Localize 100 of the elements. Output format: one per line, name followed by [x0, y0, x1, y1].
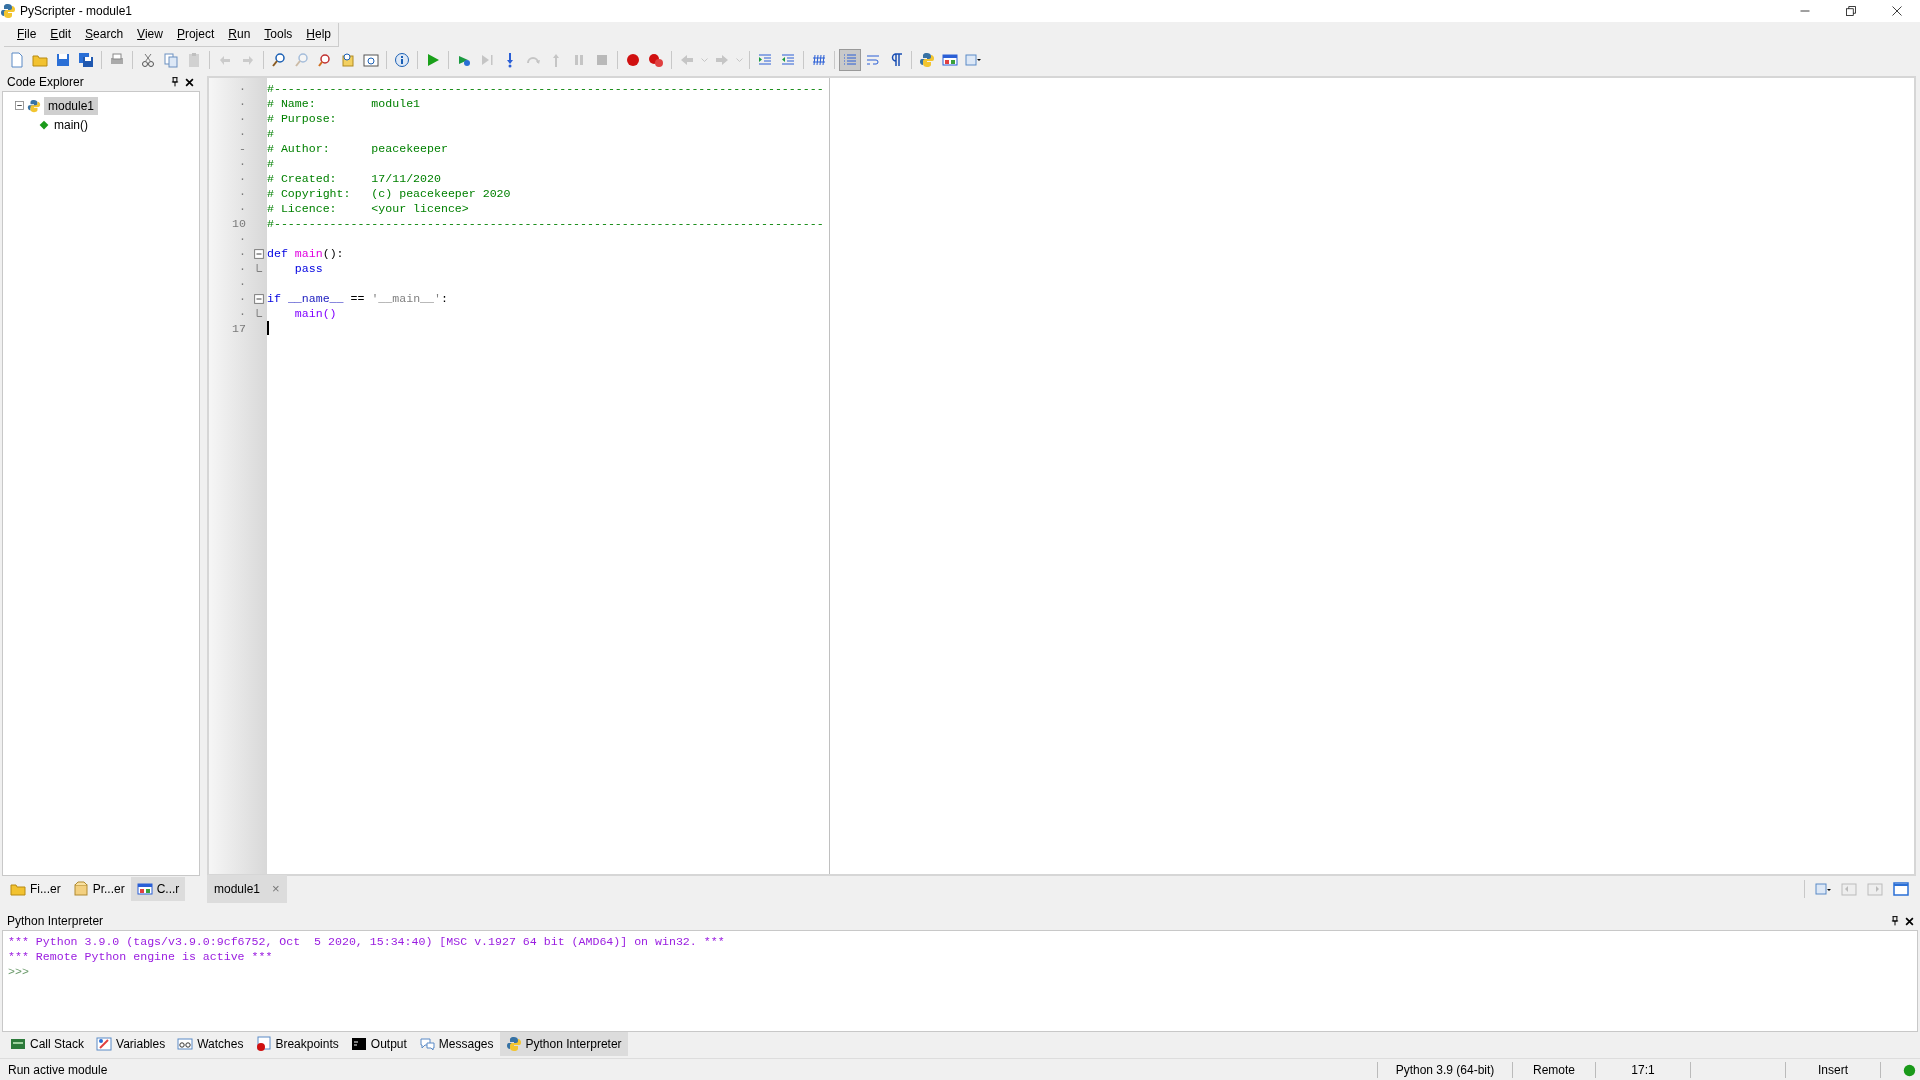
editor-tab[interactable]: module1 × [207, 875, 287, 903]
line-number: · [238, 81, 247, 96]
panel-tab[interactable]: Python Interpreter [499, 1032, 628, 1056]
forward-arrow-icon [714, 52, 730, 68]
close-icon [1891, 5, 1903, 17]
status-panel: 17:1 [1595, 1061, 1690, 1078]
line-number: · [238, 201, 247, 216]
copy-icon [163, 52, 179, 68]
line-number: - [238, 141, 247, 156]
menu-item[interactable]: Project [169, 24, 222, 44]
close-icon [184, 77, 194, 87]
dropdown-caret-icon [736, 58, 743, 62]
console-icon [350, 1036, 367, 1052]
dropdown-caret-icon [701, 58, 708, 62]
line-number: 10 [231, 216, 247, 231]
window-title: PyScripter - module1 [20, 3, 133, 20]
search-icon [271, 52, 287, 68]
search-window-icon [363, 52, 379, 68]
status-panel: Python 3.9 (64-bit) [1377, 1061, 1512, 1078]
previous-tab-icon [1841, 881, 1857, 897]
line-numbers-icon [842, 52, 858, 68]
menu-item[interactable]: Help [299, 24, 338, 44]
line-number: · [238, 276, 247, 291]
python-icon [505, 1036, 522, 1052]
menu-item[interactable]: Tools [257, 24, 300, 44]
replace-icon [317, 52, 333, 68]
menu-item[interactable]: Run [221, 24, 258, 44]
panel-tab[interactable]: Fi...er [4, 877, 67, 901]
code-line: if __name__ == '__main__': [267, 291, 448, 306]
folder-icon [32, 52, 48, 68]
line-number: · [238, 291, 247, 306]
panel-tab[interactable]: Watches [171, 1032, 250, 1056]
panel-tab[interactable]: Pr...er [66, 877, 131, 901]
code-line: def main(): [267, 246, 344, 261]
panel-tab[interactable]: Variables [90, 1032, 172, 1056]
save-all-icon [78, 52, 94, 68]
next-tab-icon [1867, 881, 1883, 897]
line-number: · [238, 186, 247, 201]
status-text: Run active module [7, 1061, 109, 1079]
code-line: # Purpose: [267, 111, 337, 126]
code-line: #------------------------------------------------------------------------------- [267, 81, 824, 96]
code-line: pass [293, 261, 323, 276]
menu-item[interactable]: Edit [43, 24, 79, 44]
line-number: · [238, 126, 247, 141]
explorer-icon [136, 881, 153, 897]
info-icon [394, 52, 410, 68]
pin-icon [170, 77, 180, 87]
clear-breakpoints-icon [648, 52, 664, 68]
engine-status-icon [1903, 1063, 1916, 1077]
code-line: # Name: module1 [267, 96, 421, 111]
panel-tab[interactable]: Messages [412, 1032, 500, 1056]
window-dropdown-icon [965, 52, 981, 68]
hash-icon [811, 52, 827, 68]
panel-tab[interactable]: Breakpoints [249, 1032, 345, 1056]
tree-item[interactable]: module1 [44, 96, 99, 115]
breakpoint-icon [625, 52, 641, 68]
module-icon [27, 98, 41, 113]
fold-icon[interactable] [253, 248, 264, 259]
function-icon [39, 119, 49, 130]
tree-item[interactable]: main() [52, 115, 90, 134]
panel-tab[interactable]: Output [344, 1032, 413, 1056]
line-number: · [238, 306, 247, 321]
call-stack-icon [10, 1036, 26, 1052]
console-line: *** Remote Python engine is active *** [8, 949, 274, 964]
line-number: 17 [231, 321, 247, 336]
panel-title: Code Explorer [7, 74, 85, 91]
window-list-icon [1815, 881, 1831, 897]
glasses-icon [177, 1036, 194, 1052]
menu-item[interactable]: View [130, 24, 170, 44]
folder-icon [10, 881, 26, 897]
speech-bubbles-icon [418, 1036, 435, 1052]
line-number: · [238, 156, 247, 171]
code-line: #------------------------------------------------------------------------------- [267, 216, 824, 231]
pin-icon [1890, 916, 1900, 926]
stop-icon [594, 52, 610, 68]
indent-icon [757, 52, 773, 68]
line-number: · [238, 111, 247, 126]
variables-icon [96, 1036, 113, 1052]
play-icon [425, 52, 441, 68]
code-line: # Created: 17/11/2020 [267, 171, 441, 186]
line-number: · [238, 171, 247, 186]
fold-icon[interactable] [253, 293, 264, 304]
code-line: # Author: peacekeeper [267, 141, 448, 156]
panel-title: Python Interpreter [7, 913, 105, 930]
menu-item[interactable]: File [10, 24, 44, 44]
search-page-icon [340, 52, 356, 68]
status-panel: Insert [1785, 1061, 1880, 1078]
panel-tab[interactable]: Call Stack [4, 1032, 91, 1056]
close-icon [1904, 916, 1914, 926]
status-panel: Remote [1512, 1061, 1595, 1078]
code-line: main() [293, 306, 337, 321]
run-to-cursor-icon [479, 52, 495, 68]
search-icon [294, 52, 310, 68]
panel-tab[interactable]: C...r [130, 877, 186, 901]
console-line: *** Python 3.9.0 (tags/v3.9.0:9cf6752, Oct 5 2020, 15:34:40) [MSC v.1927 64 bit (AMD64)] on win32. *** [8, 934, 726, 949]
page-icon [9, 52, 25, 68]
restore-icon [1845, 5, 1857, 17]
menu-item[interactable]: Search [78, 24, 131, 44]
line-number: · [238, 261, 247, 276]
code-line: # Copyright: (c) peacekeeper 2020 [267, 186, 511, 201]
